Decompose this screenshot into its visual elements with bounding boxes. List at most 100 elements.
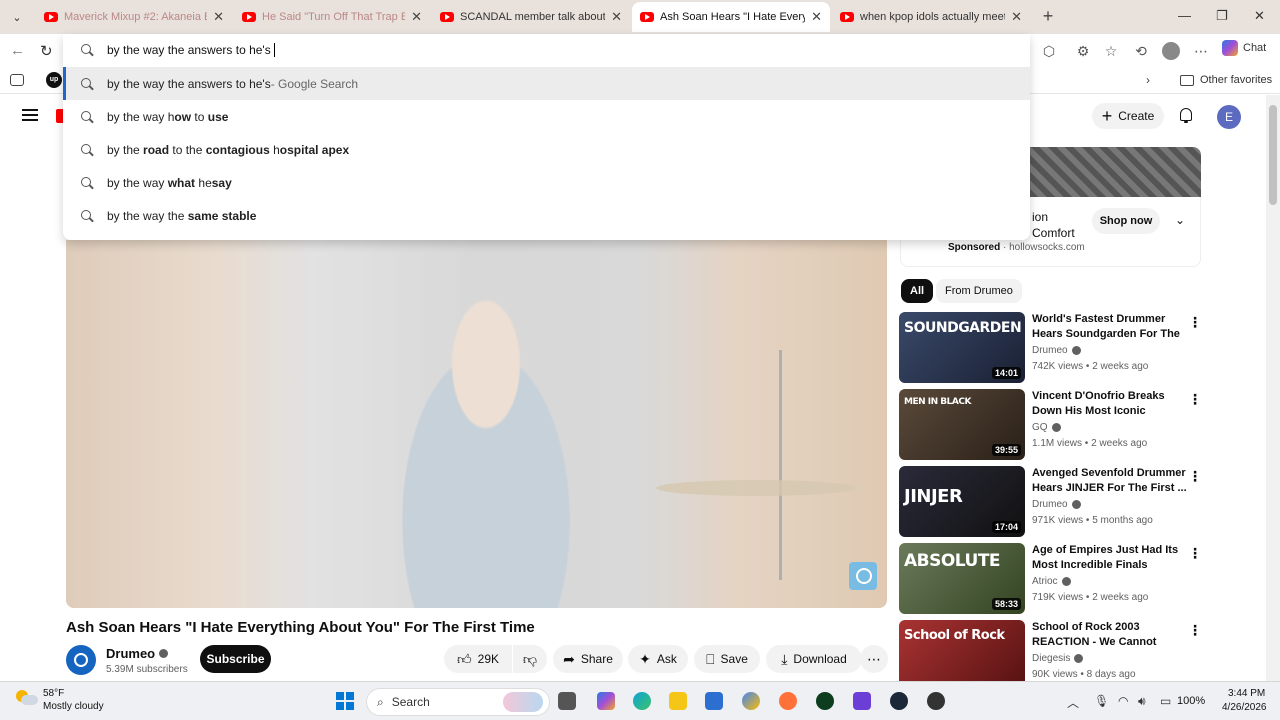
rec-title[interactable]: Avenged Sevenfold Drummer Hears JINJER F… xyxy=(1032,466,1188,496)
recommended-video[interactable]: SOUNDGARDEN 14:01 World's Fastest Drumme… xyxy=(899,312,1202,384)
extensions-icon[interactable]: ⬡ xyxy=(1040,42,1058,60)
wifi-icon[interactable]: ◠ xyxy=(1118,694,1128,708)
close-window-icon[interactable]: ✕ xyxy=(1254,8,1265,24)
volume-icon[interactable]: 🔊︎ xyxy=(1138,694,1146,709)
ad-image[interactable] xyxy=(1030,147,1201,197)
tray-expand-icon[interactable]: ︿ xyxy=(1067,694,1079,711)
browser-tab[interactable]: SCANDAL member talk about Mar ✕ xyxy=(432,2,630,32)
recommended-video[interactable]: ABSOLUTE 58:33 Age of Empires Just Had I… xyxy=(899,543,1202,615)
browser-tab[interactable]: He Said "Turn Off That Trap Beat" ✕ xyxy=(234,2,430,32)
affinity-app-icon[interactable] xyxy=(853,692,871,710)
minimize-icon[interactable]: — xyxy=(1178,8,1191,23)
channel-name-row[interactable]: Drumeo xyxy=(106,646,169,661)
video-thumbnail[interactable]: JINJER 17:04 xyxy=(899,466,1025,537)
other-favorites-button[interactable]: Other favorites xyxy=(1180,74,1272,86)
channel-name[interactable]: Drumeo xyxy=(106,646,155,661)
omnibox-suggestion[interactable]: by the way the same stable xyxy=(63,199,1030,232)
more-vertical-icon[interactable]: ⋮ xyxy=(1188,391,1202,408)
channel-avatar[interactable] xyxy=(66,645,96,675)
tab-close-icon[interactable]: ✕ xyxy=(411,9,422,25)
tab-close-icon[interactable]: ✕ xyxy=(611,9,622,25)
copilot-chat-button[interactable]: Chat xyxy=(1222,40,1266,56)
back-arrow-icon[interactable]: ← xyxy=(10,42,25,59)
rec-channel[interactable]: Diegesis xyxy=(1032,653,1070,664)
rec-channel[interactable]: Drumeo xyxy=(1032,345,1068,356)
notifications-bell-icon[interactable] xyxy=(1178,107,1194,123)
chevron-right-icon[interactable]: › xyxy=(1146,73,1150,87)
create-button[interactable]: + Create xyxy=(1092,103,1164,129)
profile-avatar[interactable] xyxy=(1162,42,1180,60)
scrollbar-thumb[interactable] xyxy=(1269,105,1277,205)
chevron-down-icon[interactable]: ⌄ xyxy=(1175,213,1185,227)
address-bar-text[interactable]: by the way the answers to he's xyxy=(107,43,271,57)
upwork-favicon-icon[interactable]: up xyxy=(46,72,62,88)
rec-channel[interactable]: Atrioc xyxy=(1032,576,1058,587)
browser-tab-active[interactable]: Ash Soan Hears "I Hate Everything ✕ xyxy=(632,2,830,32)
tab-close-icon[interactable]: ✕ xyxy=(811,9,822,25)
microphone-icon[interactable]: 🎙︎ xyxy=(1094,694,1109,708)
favorites-star-icon[interactable]: ☆ xyxy=(1102,42,1120,60)
start-windows-icon[interactable] xyxy=(336,692,354,710)
tab-close-icon[interactable]: ✕ xyxy=(1011,9,1022,25)
browser-tab[interactable]: when kpop idols actually meet the ✕ xyxy=(832,2,1030,32)
battery-icon[interactable]: ▭ xyxy=(1160,694,1171,708)
history-icon[interactable]: ⟲ xyxy=(1132,42,1150,60)
rec-channel[interactable]: GQ xyxy=(1032,422,1048,433)
more-vertical-icon[interactable]: ⋮ xyxy=(1188,545,1202,562)
rec-title[interactable]: School of Rock 2003 REACTION - We Cannot… xyxy=(1032,620,1188,650)
hamburger-menu-icon[interactable] xyxy=(22,109,38,121)
file-explorer-icon[interactable] xyxy=(669,692,687,710)
ask-button[interactable]: ✦ Ask xyxy=(628,645,688,673)
more-vertical-icon[interactable]: ⋮ xyxy=(1188,468,1202,485)
chip-all[interactable]: All xyxy=(901,279,934,303)
browser-tab[interactable]: Maverick Mixup #2: Akaneia Build ✕ xyxy=(36,2,232,32)
rec-title[interactable]: World's Fastest Drummer Hears Soundgarde… xyxy=(1032,312,1188,342)
rec-channel-row[interactable]: Drumeo xyxy=(1032,499,1081,510)
share-button[interactable]: ➦ Share xyxy=(553,645,623,673)
omnibox-suggestion[interactable]: by the way h ow to use xyxy=(63,100,1030,133)
tab-close-icon[interactable]: ✕ xyxy=(213,9,224,25)
taskbar-search-box[interactable]: ⌕ Search xyxy=(366,688,550,716)
user-avatar[interactable]: E xyxy=(1217,105,1241,129)
page-scrollbar[interactable] xyxy=(1266,95,1280,681)
rec-channel[interactable]: Drumeo xyxy=(1032,499,1068,510)
battery-percent[interactable]: 100% xyxy=(1177,695,1205,707)
ms-store-icon[interactable] xyxy=(705,692,723,710)
clock-date[interactable]: 4/26/2026 xyxy=(1222,702,1267,713)
steam-icon[interactable] xyxy=(890,692,908,710)
more-menu-icon[interactable]: ⋯ xyxy=(1192,42,1210,60)
address-bar-input[interactable]: by the way the answers to he's xyxy=(63,34,1030,66)
dislike-button[interactable]: 👎︎ xyxy=(513,645,547,673)
subscribe-button[interactable]: Subscribe xyxy=(200,645,271,673)
rec-title[interactable]: Age of Empires Just Had Its Most Incredi… xyxy=(1032,543,1188,573)
video-thumbnail[interactable]: SOUNDGARDEN 14:01 xyxy=(899,312,1025,383)
edge-browser-icon[interactable] xyxy=(633,692,651,710)
more-vertical-icon[interactable]: ⋮ xyxy=(1188,622,1202,639)
new-tab-button[interactable]: + xyxy=(1038,6,1058,26)
omnibox-suggestion[interactable]: by the way what he say xyxy=(63,166,1030,199)
recommended-video[interactable]: JINJER 17:04 Avenged Sevenfold Drummer H… xyxy=(899,466,1202,538)
recommended-video[interactable]: MEN IN BLACK 39:55 Vincent D'Onofrio Bre… xyxy=(899,389,1202,461)
more-vertical-icon[interactable]: ⋮ xyxy=(1188,314,1202,331)
video-thumbnail[interactable]: ABSOLUTE 58:33 xyxy=(899,543,1025,614)
rec-channel-row[interactable]: Diegesis xyxy=(1032,653,1084,664)
task-view-icon[interactable] xyxy=(558,692,576,710)
like-button[interactable]: 👍︎ 29K xyxy=(444,645,512,673)
firefox-icon[interactable] xyxy=(779,692,797,710)
save-button[interactable]: ⎕ Save xyxy=(694,645,760,673)
video-thumbnail[interactable]: MEN IN BLACK 39:55 xyxy=(899,389,1025,460)
tab-actions-menu-button[interactable]: ⌄ xyxy=(6,6,28,28)
copilot-app-icon[interactable] xyxy=(597,692,615,710)
weather-condition[interactable]: Mostly cloudy xyxy=(43,701,104,712)
rec-title[interactable]: Vincent D'Onofrio Breaks Down His Most I… xyxy=(1032,389,1188,419)
clock-time[interactable]: 3:44 PM xyxy=(1228,688,1265,699)
download-button[interactable]: ⤓ Download xyxy=(766,645,862,673)
omnibox-suggestion[interactable]: by the road to the contagious h ospital a… xyxy=(63,133,1030,166)
shop-now-button[interactable]: Shop now xyxy=(1092,208,1160,234)
app-install-icon[interactable]: ⚙ xyxy=(1074,42,1092,60)
reload-icon[interactable]: ↻ xyxy=(40,42,53,60)
app-with-notification-icon[interactable] xyxy=(927,692,945,710)
upwork-app-icon[interactable] xyxy=(816,692,834,710)
tab-groups-icon[interactable] xyxy=(10,74,24,86)
chip-from-drumeo[interactable]: From Drumeo xyxy=(936,279,1022,303)
